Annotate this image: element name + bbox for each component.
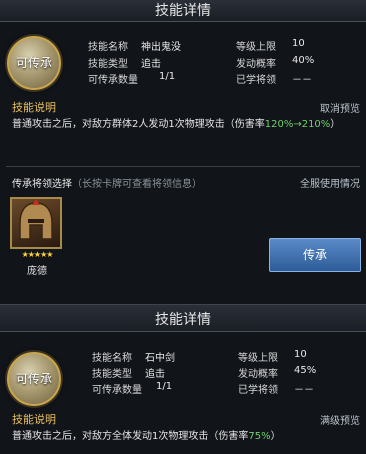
inherit-count: 可传承数量 1/1	[88, 71, 176, 86]
helmet-icon	[19, 199, 53, 240]
inheritable-medal: 可传承	[7, 36, 61, 90]
description-text: 普通攻击之后，对敌方群体2人发动1次物理攻击（伤害率120%→210%）	[12, 119, 341, 130]
divider	[6, 166, 360, 167]
description-text: 普通攻击之后，对敌方全体发动1次物理攻击（伤害率75%）	[12, 431, 281, 442]
learned-generals: 已学将领 －－	[238, 385, 314, 396]
skill-name: 技能名称 神出鬼没	[88, 42, 181, 53]
inherit-button[interactable]: 传承	[269, 238, 361, 272]
inheritable-medal: 可传承	[7, 352, 61, 406]
star-rating: ★★★★★	[21, 250, 54, 259]
description-heading: 技能说明	[12, 101, 56, 114]
skill-detail-panel-1: 技能详情 可传承 技能名称 神出鬼没 技能类型 追击 可传承数量 1/1 等级上限 10…	[0, 0, 366, 296]
skill-name: 技能名称 石中剑	[92, 353, 175, 364]
panel-title: 技能详情	[0, 304, 366, 332]
learned-generals: 已学将领 －－	[236, 75, 312, 86]
trigger-chance: 发动概率 45%	[238, 365, 317, 380]
level-cap: 等级上限 10	[236, 38, 305, 53]
general-name: 庞德	[27, 266, 47, 277]
heir-select-heading: 传承将领选择（长按卡牌可查看将领信息）	[12, 179, 202, 190]
inherit-count: 可传承数量 1/1	[92, 381, 173, 396]
skill-type: 技能类型 追击	[88, 59, 161, 70]
general-card[interactable]	[10, 197, 62, 249]
panel-title: 技能详情	[0, 0, 366, 22]
description-heading: 技能说明	[12, 413, 56, 426]
level-cap: 等级上限 10	[238, 349, 307, 364]
skill-detail-panel-2: 技能详情 可传承 技能名称 石中剑 技能类型 追击 可传承数量 1/1 等级上限 10 …	[0, 304, 366, 454]
max-level-preview-link[interactable]: 满级预览	[320, 412, 360, 427]
skill-type: 技能类型 追击	[92, 369, 165, 380]
trigger-chance: 发动概率 40%	[236, 55, 315, 70]
cancel-preview-link[interactable]: 取消预览	[320, 100, 360, 115]
server-usage-link[interactable]: 全服使用情况	[300, 175, 360, 190]
